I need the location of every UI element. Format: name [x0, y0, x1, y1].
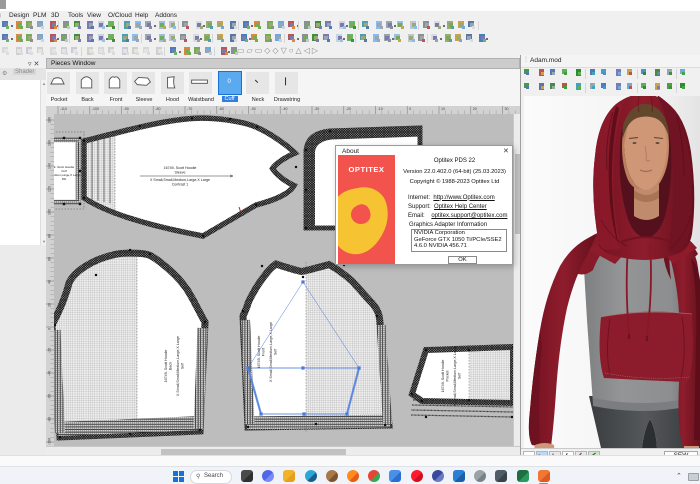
svg-text:-80: -80 — [155, 107, 160, 111]
svg-text:X Small,Small,Medium,Large,X L: X Small,Small,Medium,Large,X Large — [453, 346, 457, 406]
svg-text:16749- Scott Hoodie: 16749- Scott Hoodie — [441, 360, 445, 393]
svg-text:0: 0 — [48, 328, 52, 330]
svg-text:X Small,Small,Medium,Large,X L: X Small,Small,Medium,Large,X Large — [150, 178, 210, 182]
svg-text:Pocket: Pocket — [446, 371, 450, 382]
svg-text:180: 180 — [48, 117, 52, 123]
svg-text:0: 0 — [409, 107, 411, 111]
svg-text:-20: -20 — [346, 107, 351, 111]
svg-text:-60: -60 — [219, 107, 224, 111]
svg-text:10: 10 — [441, 107, 445, 111]
svg-text:-20: -20 — [48, 348, 52, 353]
svg-text:80: 80 — [48, 234, 52, 238]
svg-text:Self: Self — [181, 363, 185, 369]
svg-text:-60: -60 — [48, 394, 52, 399]
svg-text:16749- Scott Hoodie: 16749- Scott Hoodie — [164, 166, 197, 170]
svg-text:16749- Scott Hoodie: 16749- Scott Hoodie — [257, 336, 261, 369]
svg-text:100: 100 — [48, 209, 52, 215]
svg-text:Front: Front — [262, 348, 266, 356]
svg-text:20: 20 — [48, 303, 52, 307]
svg-text:-90: -90 — [124, 107, 129, 111]
svg-text:60: 60 — [48, 257, 52, 261]
svg-text:Contrast 1: Contrast 1 — [172, 183, 189, 187]
svg-text:-40: -40 — [282, 107, 287, 111]
svg-text:-100: -100 — [92, 107, 99, 111]
svg-text:-30: -30 — [314, 107, 319, 111]
svg-text:Self: Self — [274, 349, 278, 355]
svg-text:X Medium,Large,X Large: X Medium,Large,X Large — [54, 173, 81, 177]
svg-text:160: 160 — [48, 140, 52, 146]
svg-text:20: 20 — [473, 107, 477, 111]
svg-text:-40: -40 — [48, 371, 52, 376]
svg-text:Sleeve: Sleeve — [175, 171, 186, 175]
svg-text:140: 140 — [48, 163, 52, 169]
svg-text:-80: -80 — [48, 417, 52, 422]
svg-text:X Small,Small,Medium,Large,X L: X Small,Small,Medium,Large,X Large — [176, 336, 180, 396]
svg-text:30: 30 — [505, 107, 509, 111]
svg-text:-70: -70 — [187, 107, 192, 111]
svg-text:120: 120 — [48, 186, 52, 192]
svg-text:X Small,Small,Medium,Large,X L: X Small,Small,Medium,Large,X Large — [269, 322, 273, 382]
svg-text:-50: -50 — [251, 107, 256, 111]
svg-text:16749- Scott Hoodie: 16749- Scott Hoodie — [164, 350, 168, 383]
svg-text:-100: -100 — [48, 438, 52, 445]
svg-text:OPTITEX: OPTITEX — [348, 165, 384, 174]
svg-text:-110: -110 — [60, 107, 67, 111]
svg-text:40: 40 — [48, 280, 52, 284]
svg-text:Self: Self — [458, 373, 462, 379]
svg-text:Back: Back — [169, 362, 173, 370]
svg-text:-10: -10 — [378, 107, 383, 111]
svg-text:Rib: Rib — [62, 177, 67, 181]
